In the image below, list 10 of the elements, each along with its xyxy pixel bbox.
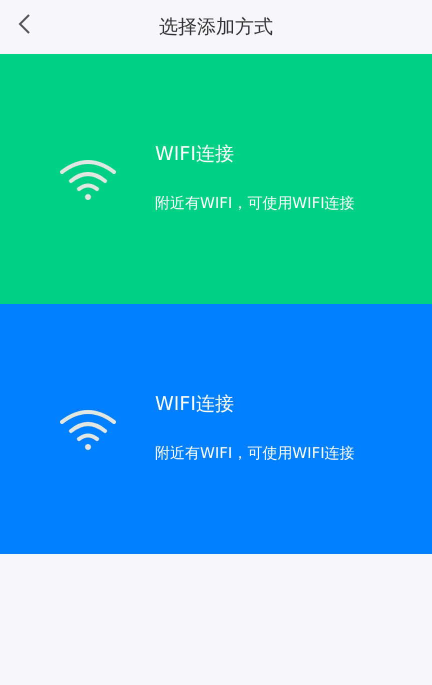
back-icon <box>17 13 31 35</box>
option-title: WIFI连接 <box>155 392 235 416</box>
option-title: WIFI连接 <box>155 142 235 166</box>
option-description: 附近有WIFI，可使用WIFI连接 <box>155 444 355 462</box>
wifi-icon <box>58 408 118 450</box>
connection-option-card[interactable]: WIFI连接 附近有WIFI，可使用WIFI连接 <box>0 304 432 554</box>
wifi-icon <box>58 158 118 200</box>
connection-option-card[interactable]: WIFI连接 附近有WIFI，可使用WIFI连接 <box>0 54 432 304</box>
option-description: 附近有WIFI，可使用WIFI连接 <box>155 194 355 212</box>
page-title: 选择添加方式 <box>159 15 273 40</box>
